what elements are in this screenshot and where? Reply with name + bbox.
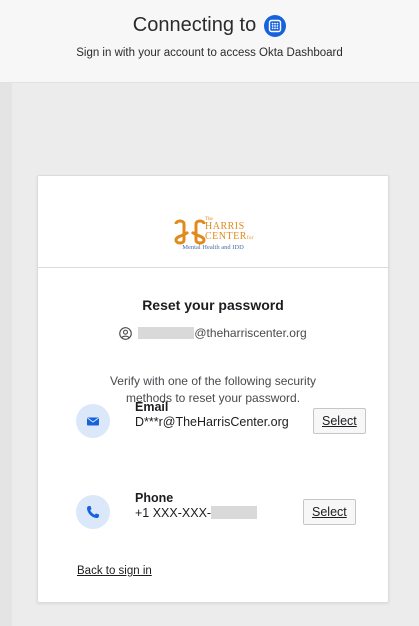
phone-icon-glyph xyxy=(82,501,104,523)
harris-center-mark-icon xyxy=(174,219,206,244)
okta-dashboard-icon xyxy=(264,14,287,37)
connecting-subtitle: Sign in with your account to access Okta… xyxy=(76,47,343,59)
card-logo-header: The HARRIS CENTERfor Mental Health and I… xyxy=(38,176,388,268)
username-display: @theharriscenter.org xyxy=(38,326,388,340)
harris-center-logo: The HARRIS CENTERfor Mental Health and I… xyxy=(153,195,273,251)
back-to-sign-in-link[interactable]: Back to sign in xyxy=(77,565,152,577)
method-phone: Phone +1 XXX-XXX- Select xyxy=(76,489,376,533)
logo-center-word: CENTER xyxy=(205,230,247,242)
left-gutter xyxy=(0,83,12,626)
reset-password-heading: Reset your password xyxy=(142,297,284,313)
user-icon xyxy=(119,326,133,340)
method-phone-name: Phone xyxy=(135,491,174,505)
logo-wordmark: The HARRIS CENTERfor xyxy=(205,217,254,242)
method-email-detail: D***r@TheHarrisCenter.org xyxy=(135,415,289,429)
connecting-title-row: Connecting to xyxy=(0,14,419,37)
select-phone-button[interactable]: Select xyxy=(303,499,356,525)
connecting-title: Connecting to xyxy=(132,14,257,36)
phone-redacted xyxy=(211,506,258,519)
method-phone-detail: +1 XXX-XXX- xyxy=(135,506,258,520)
logo-center: CENTERfor xyxy=(205,230,255,242)
username-domain: @theharriscenter.org xyxy=(194,326,307,340)
method-email-name: Email xyxy=(135,400,169,414)
logo-row: The HARRIS CENTERfor xyxy=(174,217,254,244)
method-email: Email D***r@TheHarrisCenter.org Select xyxy=(76,398,376,442)
select-email-button[interactable]: Select xyxy=(313,408,366,434)
username-redacted xyxy=(138,327,195,339)
email-icon-glyph xyxy=(82,410,104,432)
connecting-header: Connecting to Sign in with your account … xyxy=(0,0,419,83)
method-phone-number: +1 XXX-XXX- xyxy=(135,506,212,520)
email-icon xyxy=(76,404,110,438)
reset-password-card: The HARRIS CENTERfor Mental Health and I… xyxy=(37,175,389,603)
phone-icon xyxy=(76,495,110,529)
logo-for: for xyxy=(246,235,255,241)
logo-tagline: Mental Health and IDD xyxy=(182,243,244,251)
